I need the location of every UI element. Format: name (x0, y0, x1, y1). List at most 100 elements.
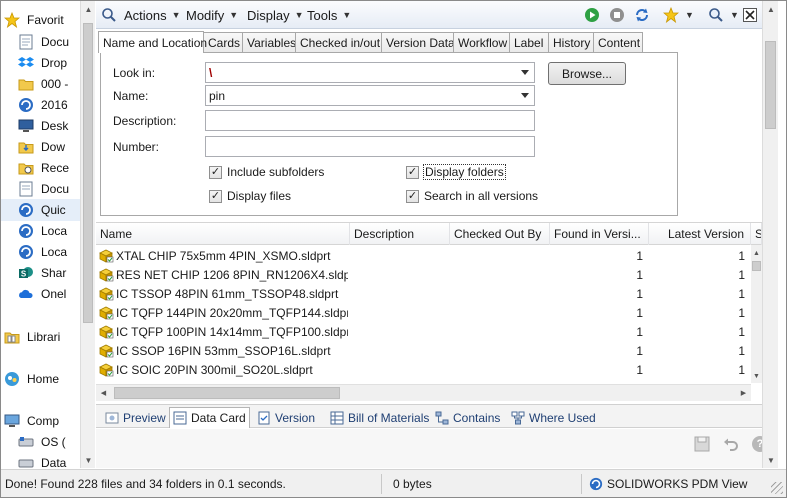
column-header-state[interactable]: S (751, 223, 762, 245)
homegroup-icon (3, 370, 21, 388)
nav-item-quick-vault[interactable]: Quic (1, 199, 80, 221)
nav-label: Shar (41, 266, 67, 280)
table-row[interactable]: XTAL CHIP 75x5mm 4PIN_XSMO.sldprt 1 1 (96, 246, 762, 265)
display-folders-checkbox[interactable]: ✓ Display folders (406, 164, 506, 180)
scroll-down-arrow[interactable]: ▼ (81, 452, 96, 468)
save-icon[interactable] (694, 436, 710, 455)
onedrive-icon (17, 285, 35, 303)
nav-item-local-vault-1[interactable]: Loca (1, 220, 80, 242)
name-field[interactable]: pin (205, 85, 535, 106)
row-found-in-version-cell: 1 (636, 286, 643, 301)
tab-checked-in-out[interactable]: Checked in/out (295, 32, 382, 53)
row-description-cell (350, 322, 450, 341)
column-header-latest-version[interactable]: Latest Version (649, 223, 751, 245)
tab-name-and-location[interactable]: Name and Location (98, 31, 207, 53)
results-horizontal-scrollbar[interactable]: ◀ ▶ (96, 384, 751, 401)
nav-item-desktop[interactable]: Desk (1, 115, 80, 137)
scroll-down-arrow[interactable]: ▼ (763, 452, 779, 468)
scroll-thumb[interactable] (752, 261, 761, 271)
nav-label: Desk (41, 119, 69, 133)
tab-data-card[interactable]: Data Card (169, 407, 250, 428)
nav-item-documents-2[interactable]: Docu (1, 178, 80, 200)
scroll-down-arrow[interactable]: ▼ (751, 368, 762, 384)
nav-item-favorites[interactable]: Favorit (1, 9, 80, 31)
close-icon[interactable] (743, 8, 757, 22)
nav-item-data-drive[interactable]: Data (1, 452, 80, 468)
nav-item-onedrive[interactable]: Onel (1, 283, 80, 305)
display-menu[interactable]: Display ▼ (247, 6, 304, 24)
column-header-checked-out-by[interactable]: Checked Out By (450, 223, 550, 245)
column-header-name[interactable]: Name (96, 223, 350, 245)
tab-contains[interactable]: Contains (432, 407, 503, 428)
tab-preview[interactable]: Preview (102, 407, 169, 428)
window-vertical-scrollbar[interactable]: ▲ ▼ (762, 1, 778, 468)
scroll-right-arrow[interactable]: ▶ (736, 385, 751, 401)
table-row[interactable]: IC TQFP 144PIN 20x20mm_TQFP144.sldprt 1 1 (96, 303, 762, 322)
star-icon (3, 11, 21, 29)
tab-label: Label (514, 36, 544, 50)
resize-grip-icon[interactable] (771, 482, 783, 494)
browse-button[interactable]: Browse... (548, 62, 626, 85)
scroll-thumb[interactable] (765, 41, 776, 129)
actions-menu[interactable]: Actions ▼ (124, 6, 181, 24)
nav-item-vault-2016[interactable]: 2016 (1, 94, 80, 116)
nav-item-libraries[interactable]: Librari (1, 326, 80, 348)
nav-label: Rece (41, 161, 70, 175)
table-row[interactable]: RES NET CHIP 1206 8PIN_RN1206X4.sldprt 1 1 (96, 265, 762, 284)
display-files-checkbox[interactable]: ✓ Display files (209, 189, 291, 203)
tab-workflow[interactable]: Workflow (453, 32, 510, 53)
nav-item-computer[interactable]: Comp (1, 410, 80, 432)
refresh-icon[interactable] (633, 6, 651, 24)
nav-item-folder[interactable]: 000 - (1, 73, 80, 95)
nav-item-downloads[interactable]: Dow (1, 136, 80, 158)
tab-cards[interactable]: Cards (203, 32, 243, 53)
favorite-star-icon[interactable] (662, 6, 680, 24)
description-field[interactable] (205, 110, 535, 131)
nav-scrollbar[interactable]: ▲ ▼ (80, 1, 95, 468)
column-header-description[interactable]: Description (350, 223, 450, 245)
results-vertical-scrollbar[interactable]: ▲ ▼ (751, 245, 762, 383)
scroll-up-arrow[interactable]: ▲ (763, 1, 779, 17)
nav-item-os-drive[interactable]: OS ( (1, 431, 80, 453)
table-row[interactable]: IC TSSOP 48PIN 61mm_TSSOP48.sldprt 1 1 (96, 284, 762, 303)
scroll-left-arrow[interactable]: ◀ (96, 385, 111, 401)
pdm-vault-icon (17, 96, 35, 114)
file-name: RES NET CHIP 1206 8PIN_RN1206X4.sldprt (116, 267, 348, 282)
nav-item-documents[interactable]: Docu (1, 31, 80, 53)
table-row[interactable]: IC SSOP 16PIN 53mm_SSOP16L.sldprt 1 1 (96, 341, 762, 360)
scroll-thumb[interactable] (83, 23, 93, 323)
tab-label[interactable]: Label (509, 32, 549, 53)
row-found-in-version-cell: 1 (636, 248, 643, 263)
tab-history[interactable]: History (548, 32, 594, 53)
nav-item-homegroup[interactable]: Home (1, 368, 80, 390)
tab-where-used[interactable]: Where Used (508, 407, 599, 428)
search-options-dropdown[interactable]: ▼ (725, 6, 739, 24)
nav-item-local-vault-2[interactable]: Loca (1, 241, 80, 263)
nav-item-sharepoint[interactable]: S Shar (1, 262, 80, 284)
search-options-icon[interactable] (707, 6, 725, 24)
search-all-versions-checkbox[interactable]: ✓ Search in all versions (406, 189, 538, 203)
tab-bill-of-materials[interactable]: Bill of Materials (327, 407, 432, 428)
look-in-field[interactable]: \ (205, 62, 535, 83)
tab-version-data[interactable]: Version Data (381, 32, 455, 53)
scroll-thumb[interactable] (114, 387, 340, 399)
include-subfolders-checkbox[interactable]: ✓ Include subfolders (209, 165, 324, 179)
tab-variables[interactable]: Variables (242, 32, 296, 53)
start-search-icon[interactable] (583, 6, 601, 24)
nav-item-recent[interactable]: Rece (1, 157, 80, 179)
column-header-found-in-version[interactable]: Found in Versi... (550, 223, 649, 245)
stop-search-icon[interactable] (608, 6, 626, 24)
tab-version[interactable]: Version (254, 407, 318, 428)
tools-menu[interactable]: Tools ▼ (307, 6, 351, 24)
favorite-dropdown[interactable]: ▼ (680, 6, 694, 24)
modify-menu[interactable]: Modify ▼ (186, 6, 238, 24)
table-row[interactable]: IC SOIC 20PIN 300mil_SO20L.sldprt 1 1 (96, 360, 762, 379)
scroll-up-arrow[interactable]: ▲ (751, 245, 762, 261)
undo-icon[interactable] (723, 436, 739, 455)
number-field[interactable] (205, 136, 535, 157)
nav-item-dropbox[interactable]: Drop (1, 52, 80, 74)
scroll-up-arrow[interactable]: ▲ (81, 1, 96, 17)
table-row[interactable]: IC TQFP 100PIN 14x14mm_TQFP100.sldprt 1 1 (96, 322, 762, 341)
tab-label: Content (598, 36, 641, 50)
tab-content[interactable]: Content (593, 32, 643, 53)
